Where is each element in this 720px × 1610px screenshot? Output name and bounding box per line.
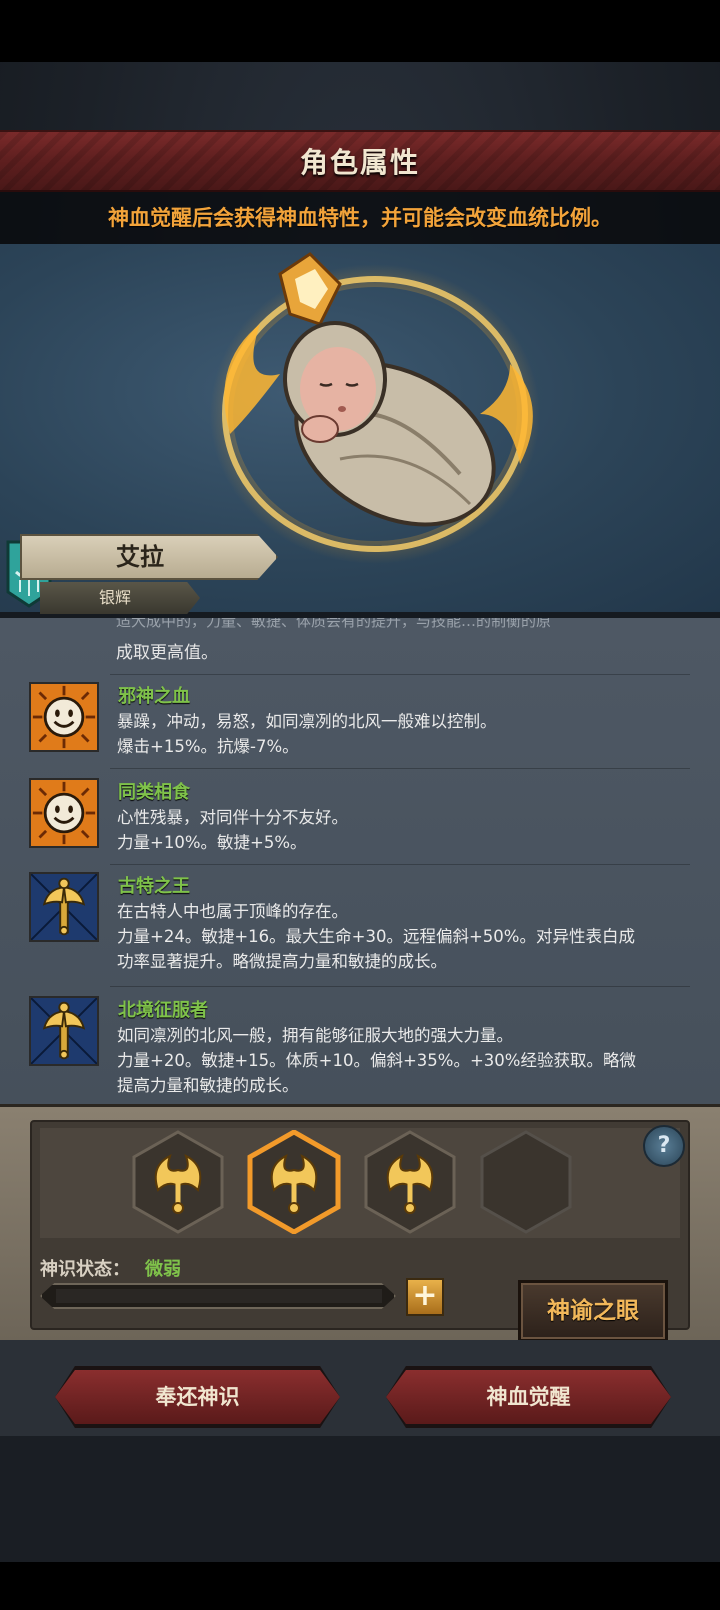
oracle-eye-button[interactable]: 神谕之眼: [518, 1280, 668, 1342]
axe-icon: [29, 996, 99, 1066]
page-title: 角色属性: [299, 146, 420, 179]
trait-desc: 暴躁，冲动，易怒，如同凛冽的北风一般难以控制。 爆击+15%。抗爆-7%。: [117, 712, 497, 756]
trait-separator: [110, 986, 690, 987]
help-button[interactable]: ?: [643, 1125, 685, 1167]
god-slot-3[interactable]: [362, 1130, 458, 1234]
blood-awaken-button[interactable]: 神血觉醒: [386, 1370, 671, 1424]
divine-progress-track: [56, 1289, 382, 1303]
trait-desc: 在古特人中也属于顶峰的存在。 力量+24。敏捷+16。最大生命+30。远程偏斜+…: [117, 902, 635, 971]
header: 角色属性: [0, 130, 720, 192]
god-slot-2-selected[interactable]: [246, 1130, 342, 1234]
smiley-icon: [29, 778, 99, 848]
god-slot-1[interactable]: [130, 1130, 226, 1234]
system-nav-bar: [0, 1562, 720, 1610]
awaken-notice: 神血觉醒后会获得神血特性，并可能会改变血统比例。: [0, 192, 720, 244]
axe-icon: [29, 872, 99, 942]
trait-list[interactable]: 适大成中的，力量、敏捷、体质会有的提升，与技能…的制衡的原 成取更高值。 邪神之…: [0, 618, 720, 1104]
status-bar: [0, 0, 720, 62]
trait-separator: [110, 768, 690, 769]
return-divine-button[interactable]: 奉还神识: [55, 1370, 340, 1424]
trait-name: 同类相食: [118, 782, 190, 803]
trait-name: 邪神之血: [118, 686, 190, 707]
trait-desc: 如同凛冽的北风一般，拥有能够征服大地的强大力量。 力量+20。敏捷+15。体质+…: [117, 1026, 636, 1095]
trait-partial-text-top: 适大成中的，力量、敏捷、体质会有的提升，与技能…的制衡的原: [116, 618, 552, 630]
trait-separator: [110, 864, 690, 865]
divine-state-value: 微弱: [145, 1259, 181, 1280]
character-rank: 银辉: [98, 588, 131, 607]
trait-desc: 心性残暴，对同伴十分不友好。 力量+10%。敏捷+5%。: [117, 808, 348, 852]
divine-state-label: 神识状态：: [40, 1259, 130, 1280]
trait-name: 北境征服者: [118, 1000, 208, 1021]
add-divine-button[interactable]: +: [406, 1278, 444, 1316]
god-slot-4-empty[interactable]: [478, 1130, 574, 1234]
trait-name: 古特之王: [118, 876, 190, 897]
trait-separator: [110, 674, 690, 675]
character-name: 艾拉: [116, 543, 164, 571]
smiley-icon: [29, 682, 99, 752]
trait-partial-text: 成取更高值。: [116, 643, 218, 663]
